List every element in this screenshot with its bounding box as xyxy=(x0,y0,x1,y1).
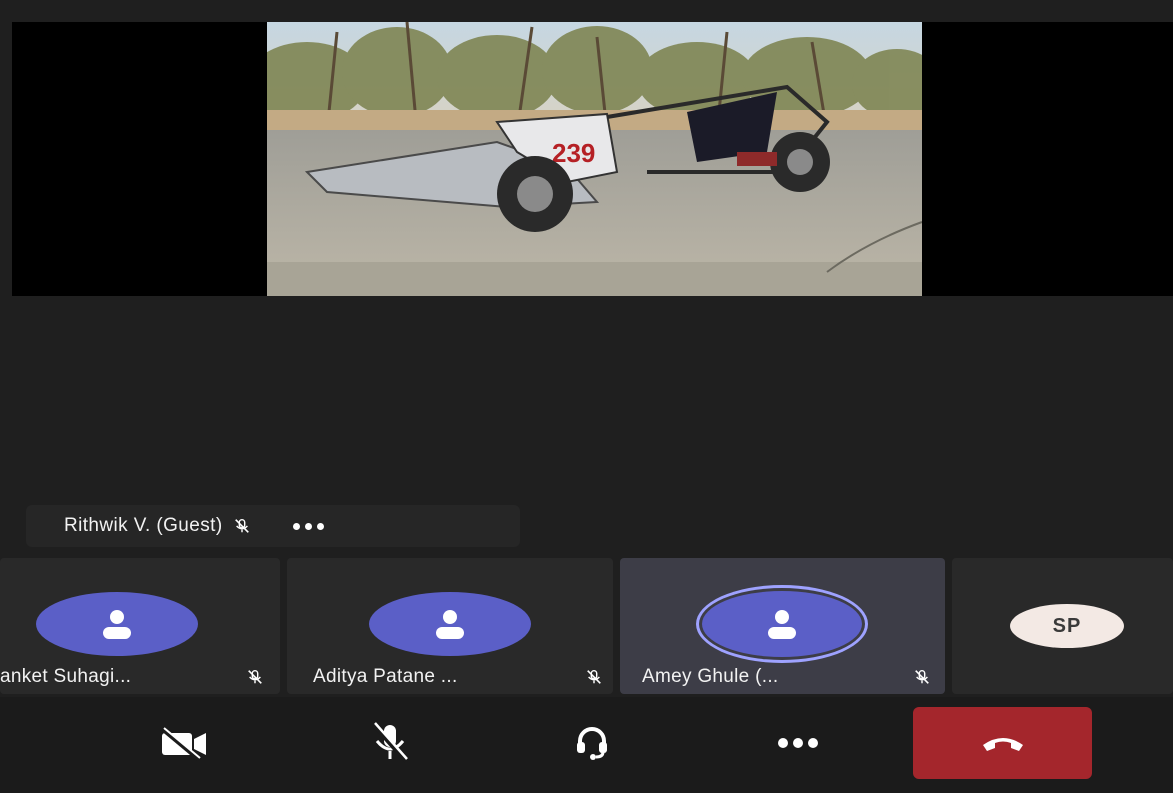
avatar xyxy=(36,592,198,656)
participant-tile[interactable]: anket Suhagi... xyxy=(0,558,280,694)
participant-tile[interactable]: Aditya Patane ... xyxy=(287,558,613,694)
presenter-label: Rithwik V. (Guest) xyxy=(26,505,520,547)
svg-text:239: 239 xyxy=(552,138,595,168)
headset-icon xyxy=(577,727,607,760)
initials-avatar: SP xyxy=(1010,604,1124,648)
presenter-name: Rithwik V. (Guest) xyxy=(64,515,223,536)
avatar xyxy=(369,592,531,656)
meeting-stage: 239 Rithwik V. (Guest) anket Suhagi... A… xyxy=(0,0,1173,793)
participant-tile-active[interactable]: Amey Ghule (... xyxy=(620,558,945,694)
shared-video-area: 239 xyxy=(12,22,1173,296)
person-icon xyxy=(103,610,131,639)
person-icon xyxy=(436,610,464,639)
participant-name: Aditya Patane ... xyxy=(313,666,458,687)
mic-off-icon xyxy=(234,518,249,533)
shared-video-image: 239 xyxy=(267,22,922,296)
shared-video[interactable]: 239 xyxy=(267,22,922,296)
person-icon xyxy=(768,610,796,639)
camera-toggle-button[interactable] xyxy=(146,707,222,779)
avatar xyxy=(702,591,862,657)
audio-device-button[interactable] xyxy=(554,707,630,779)
hangup-icon xyxy=(982,738,1023,751)
mic-off-icon xyxy=(915,669,929,684)
mic-off-icon xyxy=(587,669,601,684)
call-controls xyxy=(0,697,1173,793)
camera-off-icon xyxy=(160,727,206,761)
mic-off-icon xyxy=(372,722,408,763)
mic-toggle-button[interactable] xyxy=(352,707,428,779)
mic-off-icon xyxy=(248,669,262,684)
participant-strip: anket Suhagi... Aditya Patane ... Amey G… xyxy=(0,558,1173,694)
more-icon xyxy=(778,738,818,748)
hang-up-button[interactable] xyxy=(913,707,1092,779)
presenter-more-icon[interactable] xyxy=(292,522,324,530)
participant-name: anket Suhagi... xyxy=(0,666,132,687)
participant-name: Amey Ghule (... xyxy=(642,666,779,687)
more-options-button[interactable] xyxy=(760,707,836,779)
participant-tile[interactable]: SP xyxy=(952,558,1173,694)
